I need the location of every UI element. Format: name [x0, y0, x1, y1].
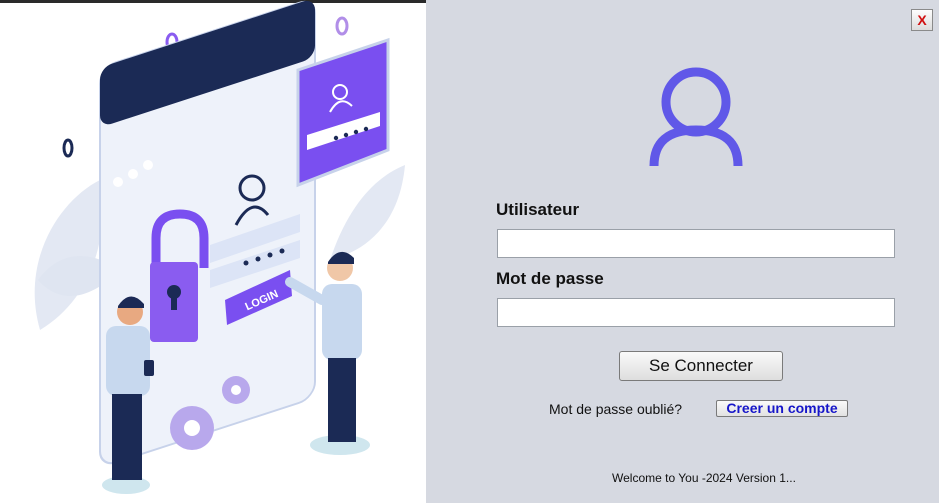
close-button[interactable]: X: [911, 9, 933, 31]
create-account-button[interactable]: Creer un compte: [716, 400, 848, 417]
person-right-torso: [322, 284, 362, 360]
browser-dot: [113, 177, 123, 187]
leaf-right: [330, 165, 405, 260]
person-left-legs: [112, 394, 142, 480]
person-left-torso: [106, 326, 150, 396]
login-illustration: LOGIN: [34, 0, 405, 494]
password-input[interactable]: [497, 298, 895, 327]
phone: [144, 360, 154, 376]
user-outline-icon: [649, 67, 743, 167]
connect-button[interactable]: Se Connecter: [619, 351, 783, 381]
password-label: Mot de passe: [496, 269, 604, 288]
login-window: LOGIN X Utilisateur Mot de passe Se Conn…: [0, 0, 939, 503]
close-icon: X: [917, 12, 927, 28]
username-input[interactable]: [497, 229, 895, 258]
illustration-panel: LOGIN: [0, 0, 426, 503]
footer-version-text: Welcome to You -2024 Version 1...: [612, 471, 796, 485]
leaf-left: [34, 180, 103, 330]
browser-dot: [143, 160, 153, 170]
person-right-legs: [328, 358, 356, 442]
username-label: Utilisateur: [496, 200, 580, 219]
forgot-password-link[interactable]: Mot de passe oublié?: [549, 401, 682, 417]
browser-dot: [128, 169, 138, 179]
ring-left: [62, 138, 74, 158]
ring-top-right: [335, 16, 349, 36]
